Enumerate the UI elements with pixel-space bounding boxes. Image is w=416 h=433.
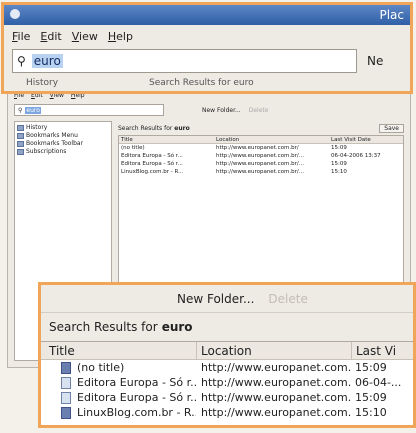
table-header: Title Location Last Visit Date: [119, 136, 403, 144]
sidebar-item-label: Bookmarks Menu: [26, 132, 78, 139]
row-location: http://www.europanet.com.br/...: [216, 161, 304, 167]
row-title: Editora Europa - Só r...: [121, 153, 183, 159]
page-icon: [61, 391, 71, 404]
row-location: http://www.europanet.com.br/...: [201, 406, 351, 419]
sidebar-item-label: History: [26, 124, 48, 131]
folder-icon: [17, 133, 24, 139]
row-title: LinuxBlog.com.br - R...: [77, 406, 196, 419]
table-row[interactable]: Editora Europa - Só r... http://www.euro…: [41, 390, 413, 405]
menu-view[interactable]: View: [72, 30, 98, 43]
row-location: http://www.europanet.com.br/...: [201, 391, 351, 404]
results-heading-text: Search Results for: [49, 320, 158, 334]
menu-bar-zoomed: File Edit View Help: [4, 25, 410, 47]
search-input[interactable]: ⚲ euro: [12, 49, 357, 73]
new-folder-button[interactable]: New Folder...: [177, 292, 254, 306]
row-date: 15:10: [355, 406, 387, 419]
toolbar-zoomed: New Folder... Delete: [41, 285, 413, 313]
row-date: 06-04-2006 13:37: [331, 153, 381, 159]
row-location: http://www.europanet.com.br/...: [201, 376, 351, 389]
row-title: (no title): [121, 145, 145, 151]
table-header: Title Location Last Vi: [41, 342, 413, 360]
column-title[interactable]: Title: [119, 136, 214, 143]
table-row[interactable]: Editora Europa - Só r... http://www.euro…: [41, 375, 413, 390]
row-date: 15:09: [331, 161, 347, 167]
sidebar-item-bookmarks-toolbar[interactable]: Bookmarks Toolbar: [17, 140, 109, 148]
row-date: 15:09: [355, 391, 387, 404]
row-title: LinuxBlog.com.br - R...: [121, 169, 184, 175]
column-last-visit[interactable]: Last Vi: [351, 342, 413, 359]
column-location[interactable]: Location: [214, 136, 329, 143]
bookmark-icon: [61, 361, 71, 374]
window-title: Plac: [379, 8, 404, 22]
sidebar-item-bookmarks-menu[interactable]: Bookmarks Menu: [17, 132, 109, 140]
sidebar-item-label: Bookmarks Toolbar: [26, 140, 84, 147]
search-value: euro: [31, 54, 63, 68]
new-folder-button[interactable]: New Folder...: [202, 107, 241, 114]
zoom-callout-bottom: New Folder... Delete Search Results for …: [38, 282, 416, 428]
results-heading-text: Search Results for: [118, 124, 173, 132]
row-date: 15:09: [355, 361, 387, 374]
row-date: 15:09: [331, 145, 347, 151]
toolbar-zoomed: ⚲ euro Ne: [4, 47, 410, 75]
row-location: http://www.europanet.com.br/: [201, 361, 351, 374]
results-heading: Search Results for euro: [41, 313, 413, 341]
results-term: euro: [161, 320, 193, 334]
table-row[interactable]: (no title) http://www.europanet.com.br/ …: [119, 144, 403, 152]
row-title: Editora Europa - Só r...: [77, 376, 196, 389]
column-location[interactable]: Location: [196, 342, 351, 359]
results-table: Title Location Last Vi (no title) http:/…: [41, 341, 413, 425]
search-icon: ⚲: [17, 54, 26, 68]
folder-icon: [17, 149, 24, 155]
results-term: euro: [174, 124, 190, 132]
row-location: http://www.europanet.com.br/: [216, 145, 299, 151]
table-row[interactable]: Editora Europa - Só r... http://www.euro…: [119, 152, 403, 160]
search-icon: ⚲: [18, 106, 23, 114]
folder-icon: [17, 141, 24, 147]
sidebar-item-history[interactable]: History: [17, 124, 109, 132]
table-row[interactable]: LinuxBlog.com.br - R... http://www.europ…: [119, 168, 403, 176]
bookmark-icon: [61, 406, 71, 419]
delete-button[interactable]: Delete: [249, 107, 269, 114]
app-logo-icon: [10, 9, 20, 19]
column-title[interactable]: Title: [41, 342, 196, 359]
sidebar-item-history-clipped: History: [26, 78, 59, 88]
menu-edit[interactable]: Edit: [40, 30, 61, 43]
search-input[interactable]: ⚲ euro: [14, 104, 164, 116]
results-heading: Search Results for euro: [118, 125, 190, 132]
save-search-button[interactable]: Save: [379, 123, 404, 133]
column-last-visit[interactable]: Last Visit Date: [329, 136, 403, 143]
delete-button[interactable]: Delete: [268, 292, 307, 306]
menu-help[interactable]: Help: [108, 30, 133, 43]
toolbar: ⚲ euro New Folder... Delete: [8, 101, 410, 119]
new-folder-button-clipped[interactable]: Ne: [367, 54, 383, 68]
row-location: http://www.europanet.com.br/...: [216, 169, 304, 175]
results-heading-clipped: Search Results for euro: [149, 78, 254, 88]
row-date: 06-04-...: [355, 376, 402, 389]
history-icon: [17, 125, 24, 131]
row-date: 15:10: [331, 169, 347, 175]
zoom-callout-top: Plac File Edit View Help ⚲ euro Ne Histo…: [1, 2, 413, 94]
table-row[interactable]: Editora Europa - Só r... http://www.euro…: [119, 160, 403, 168]
row-title: Editora Europa - Só r...: [77, 391, 196, 404]
table-row[interactable]: LinuxBlog.com.br - R... http://www.europ…: [41, 405, 413, 420]
sidebar-item-subscriptions[interactable]: Subscriptions: [17, 148, 109, 156]
row-title: Editora Europa - Só r...: [121, 161, 183, 167]
sidebar-item-label: Subscriptions: [26, 148, 67, 155]
window-title-bar: Plac: [4, 5, 410, 25]
search-value: euro: [25, 106, 41, 114]
row-location: http://www.europanet.com.br/...: [216, 153, 304, 159]
page-icon: [61, 376, 71, 389]
table-row[interactable]: (no title) http://www.europanet.com.br/ …: [41, 360, 413, 375]
row-title: (no title): [77, 361, 125, 374]
menu-file[interactable]: File: [12, 30, 30, 43]
